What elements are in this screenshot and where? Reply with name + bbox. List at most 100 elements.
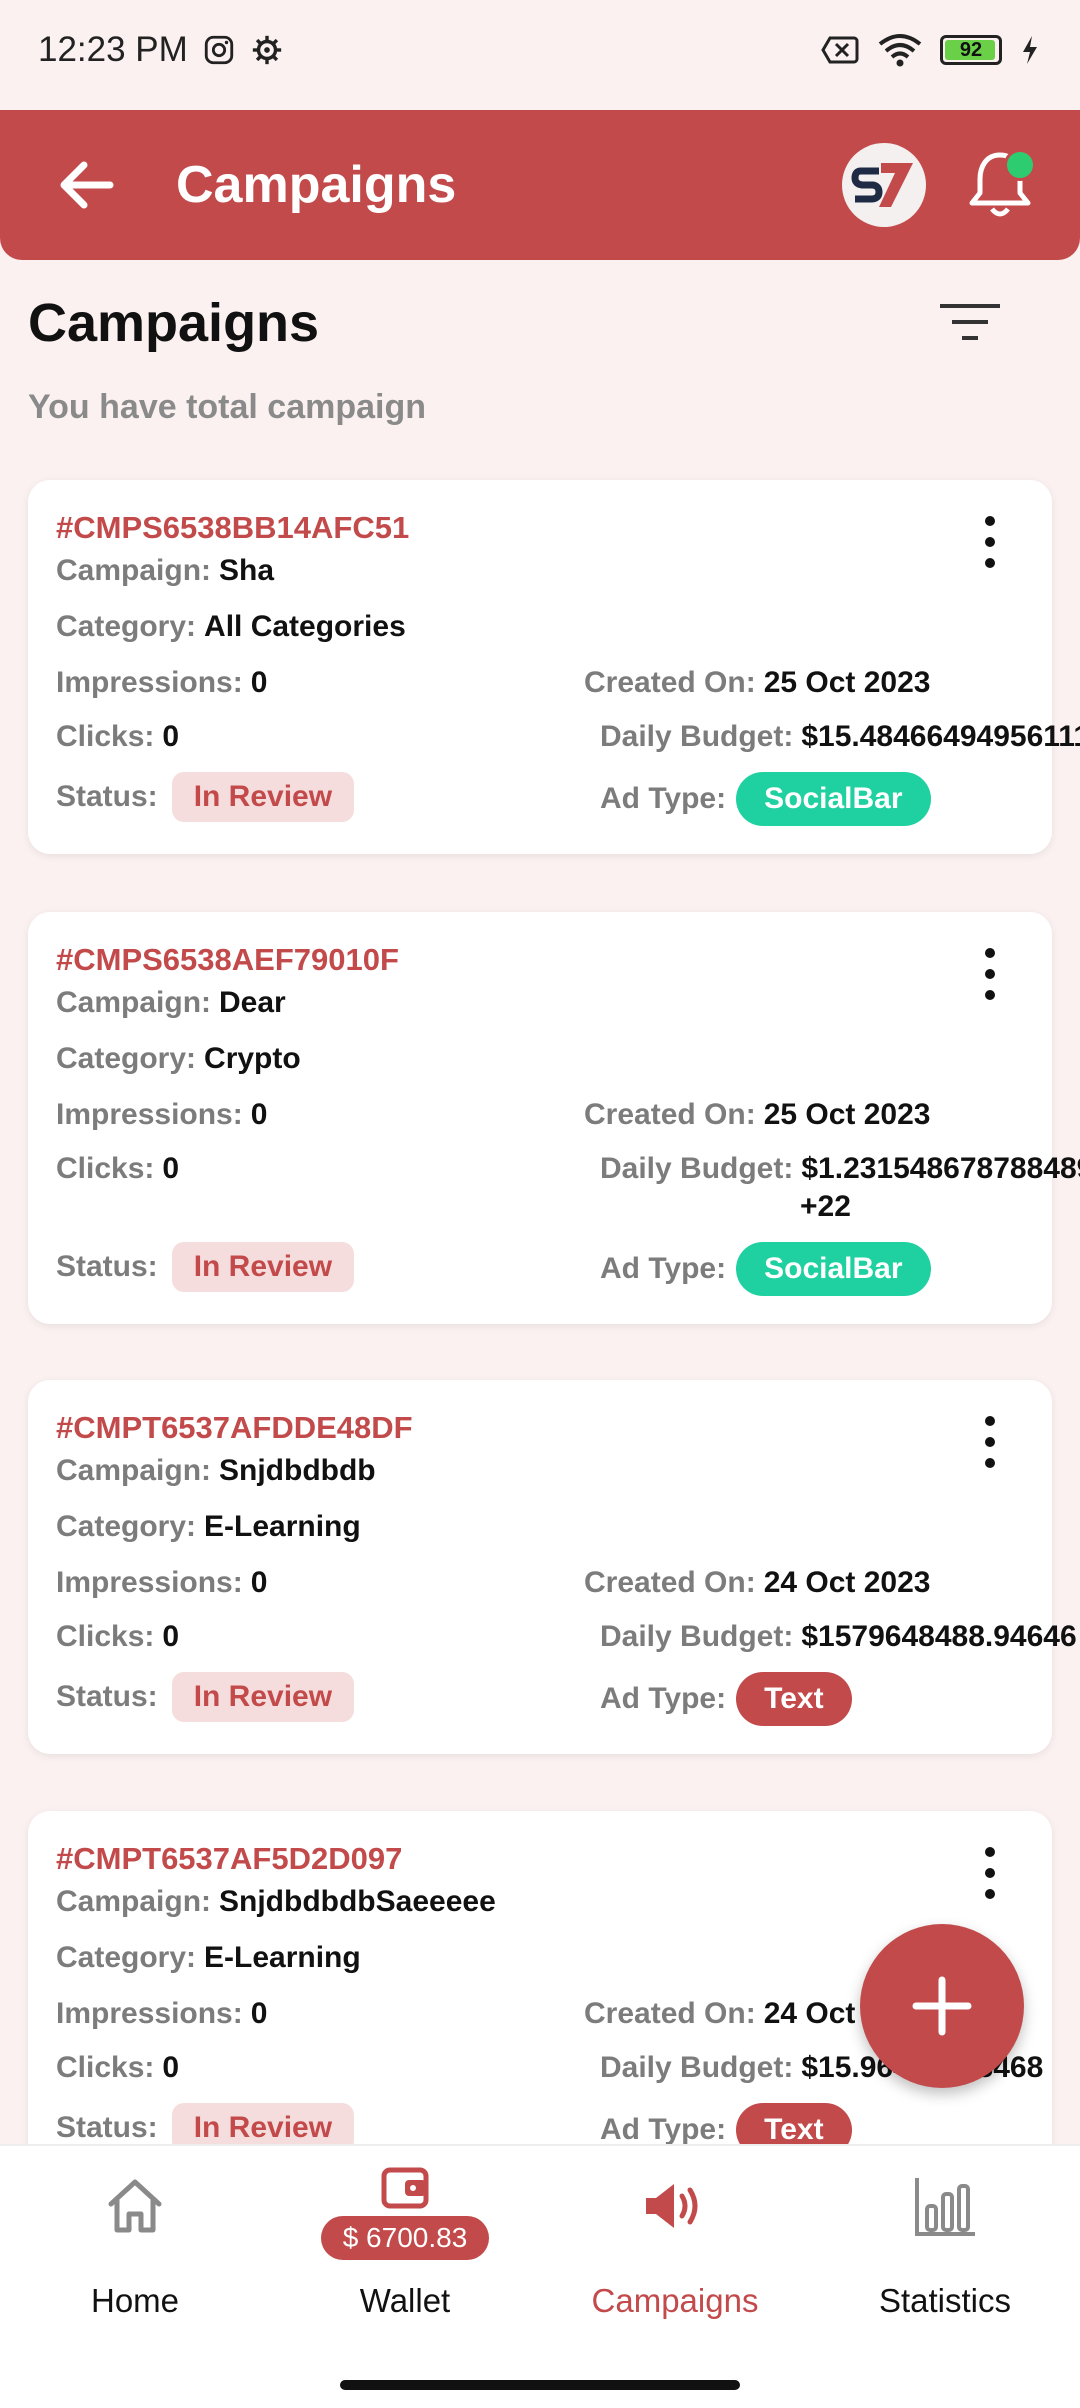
- impressions-value: 0: [250, 1098, 268, 1131]
- campaign-name: SnjdbdbdbSaeeeee: [219, 1885, 496, 1918]
- created-on-value: 25 Oct 2023: [763, 1098, 931, 1131]
- impressions-value: 0: [250, 1566, 268, 1599]
- nav-statistics-label: Statistics: [878, 2282, 1012, 2319]
- page-subtitle: You have total campaign: [28, 388, 427, 426]
- impressions-row: Impressions: 0: [56, 666, 268, 699]
- campaign-name: Snjdbdbdb: [219, 1454, 376, 1487]
- category-row: Category: E-Learning: [56, 1510, 361, 1543]
- daily-budget-row: Daily Budget: $1579648488.94646: [600, 1620, 1077, 1653]
- page-header: Campaigns You have total campaign: [28, 292, 1052, 427]
- instagram-icon: [204, 35, 233, 65]
- ad-type-badge: SocialBar: [736, 1242, 931, 1296]
- nav-statistics[interactable]: Statistics: [810, 2146, 1080, 2346]
- filter-button[interactable]: [938, 300, 1002, 348]
- campaign-name-row: Campaign: Dear: [56, 986, 286, 1019]
- bottom-navigation: Home $ 6700.83 Wallet Campaigns Statisti…: [0, 2144, 1080, 2408]
- category-row: Category: All Categories: [56, 610, 406, 643]
- impressions-row: Impressions: 0: [56, 1566, 268, 1599]
- no-sim-icon: [821, 36, 859, 64]
- nav-campaigns-label: Campaigns: [591, 2282, 759, 2319]
- created-on-value: 24 Oct 2023: [763, 1566, 931, 1599]
- clicks-value: 0: [162, 1152, 180, 1185]
- page-title: Campaigns: [28, 293, 320, 353]
- plus-icon: [912, 1976, 972, 2036]
- status-badge: In Review: [171, 1672, 355, 1722]
- daily-budget-value: $15.48466494956111: [801, 720, 1080, 753]
- campaign-card[interactable]: #CMPS6538BB14AFC51 Campaign: Sha Category…: [28, 480, 1080, 854]
- wallet-icon: [381, 2167, 429, 2209]
- impressions-row: Impressions: 0: [56, 1997, 268, 2030]
- more-options-button[interactable]: [978, 1416, 1002, 1468]
- clicks-row: Clicks: 0: [56, 720, 180, 753]
- back-arrow-icon: [60, 161, 114, 209]
- daily-budget-value: $1.231548678788489: [801, 1152, 1080, 1185]
- impressions-value: 0: [250, 1997, 268, 2030]
- nav-home[interactable]: Home: [0, 2146, 270, 2346]
- add-campaign-button[interactable]: [860, 1924, 1024, 2088]
- daily-budget-row: Daily Budget: $1.231548678788489: [600, 1152, 1080, 1186]
- campaign-category: E-Learning: [204, 1941, 361, 1974]
- category-row: Category: E-Learning: [56, 1941, 361, 1974]
- settings-gear-icon: [252, 35, 281, 65]
- campaign-category: E-Learning: [204, 1510, 361, 1543]
- created-on-row: Created On: 24 Oct 2023: [584, 1566, 931, 1599]
- campaign-name: Dear: [219, 986, 286, 1019]
- status-row: Status: In Review: [56, 772, 355, 822]
- filter-icon: [940, 304, 1000, 340]
- brand-logo[interactable]: [842, 143, 926, 227]
- daily-budget-row: Daily Budget: $15.48466494956111: [600, 720, 1080, 754]
- ad-type-row: Ad Type: SocialBar: [600, 772, 931, 826]
- more-options-button[interactable]: [978, 948, 1002, 1000]
- clicks-row: Clicks: 0: [56, 1620, 180, 1653]
- app-bar: Campaigns: [0, 110, 1080, 260]
- category-row: Category: Crypto: [56, 1042, 301, 1075]
- ad-type-badge: Text: [736, 1672, 852, 1726]
- clicks-value: 0: [162, 720, 180, 753]
- campaign-id: #CMPT6537AFDDE48DF: [56, 1410, 413, 1445]
- campaign-card[interactable]: #CMPS6538AEF79010F Campaign: Dear Categor…: [28, 912, 1080, 1324]
- home-icon: [108, 2179, 162, 2233]
- more-options-button[interactable]: [978, 1847, 1002, 1899]
- impressions-value: 0: [250, 666, 268, 699]
- nav-wallet-label: Wallet: [359, 2282, 451, 2319]
- clicks-value: 0: [162, 2051, 180, 2084]
- nav-campaigns[interactable]: Campaigns: [540, 2146, 810, 2346]
- campaign-category: All Categories: [204, 610, 406, 643]
- more-options-button[interactable]: [978, 516, 1002, 568]
- nav-home-label: Home: [90, 2282, 180, 2319]
- clicks-value: 0: [162, 1620, 180, 1653]
- notifications-button[interactable]: [960, 145, 1040, 225]
- campaign-card[interactable]: #CMPT6537AFDDE48DF Campaign: Snjdbdbdb Ca…: [28, 1380, 1077, 1754]
- ad-type-row: Ad Type: SocialBar: [600, 1242, 931, 1296]
- impressions-row: Impressions: 0: [56, 1098, 268, 1131]
- back-button[interactable]: [56, 155, 116, 215]
- nav-wallet[interactable]: $ 6700.83 Wallet: [270, 2146, 540, 2346]
- ad-type-badge: SocialBar: [736, 772, 931, 826]
- battery-level: 92: [959, 38, 983, 61]
- campaign-name: Sha: [219, 554, 275, 587]
- status-time: 12:23 PM: [38, 30, 188, 69]
- clicks-row: Clicks: 0: [56, 2051, 180, 2084]
- campaign-name-row: Campaign: Sha: [56, 554, 275, 587]
- ad-type-row: Ad Type: Text: [600, 1672, 852, 1726]
- campaign-id: #CMPT6537AF5D2D097: [56, 1841, 403, 1876]
- daily-budget-extra: +22: [800, 1190, 851, 1223]
- campaign-id: #CMPS6538BB14AFC51: [56, 510, 410, 545]
- status-row: Status: In Review: [56, 1672, 355, 1722]
- campaign-id: #CMPS6538AEF79010F: [56, 942, 399, 977]
- created-on-row: Created On: 25 Oct 2023: [584, 1098, 931, 1131]
- clicks-row: Clicks: 0: [56, 1152, 180, 1185]
- created-on-value: 25 Oct 2023: [763, 666, 931, 699]
- status-row: Status: In Review: [56, 1242, 355, 1292]
- charging-bolt-icon: [1023, 36, 1037, 64]
- app-bar-title: Campaigns: [176, 156, 457, 214]
- status-badge: In Review: [171, 1242, 355, 1292]
- status-badge: In Review: [171, 772, 355, 822]
- megaphone-icon: [646, 2184, 698, 2228]
- home-indicator[interactable]: [340, 2380, 740, 2390]
- created-on-row: Created On: 25 Oct 2023: [584, 666, 931, 699]
- campaign-name-row: Campaign: Snjdbdbdb: [56, 1454, 376, 1487]
- daily-budget-value: $1579648488.94646: [801, 1620, 1077, 1653]
- brand-logo-icon: [851, 163, 913, 207]
- campaign-name-row: Campaign: SnjdbdbdbSaeeeee: [56, 1885, 496, 1918]
